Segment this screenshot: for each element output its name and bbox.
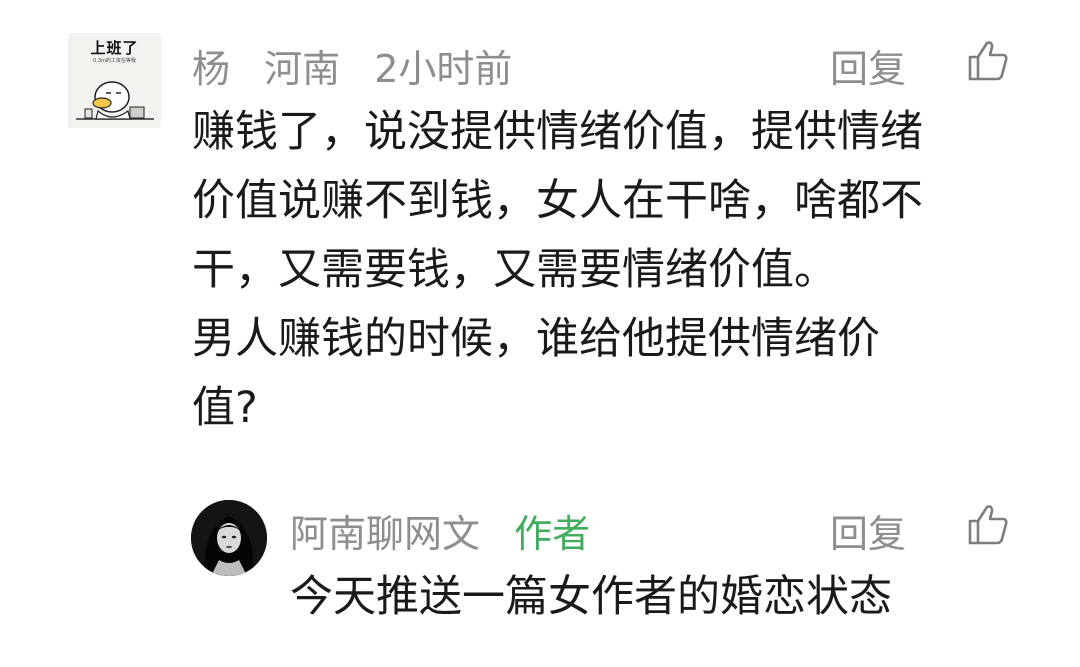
comment-line: 价值说赚不到钱，女人在干啥，啥都不 bbox=[192, 176, 923, 226]
reply-body: 今天推送一篇女作者的婚恋状态 bbox=[290, 563, 892, 632]
comment-line: 男人赚钱的时候，谁给他提供情绪价 bbox=[192, 314, 880, 364]
author-avatar[interactable] bbox=[191, 500, 267, 576]
comment-location: 河南 bbox=[264, 47, 341, 91]
reply-username[interactable]: 阿南聊网文 bbox=[290, 512, 480, 556]
comment-line: 值? bbox=[192, 383, 258, 433]
comment-body: 赚钱了，说没提供情绪价值，提供情绪 价值说赚不到钱，女人在干啥，啥都不 干，又需… bbox=[192, 98, 923, 443]
comment-meta: 杨 河南 2小时前 bbox=[192, 38, 534, 93]
reply-line: 今天推送一篇女作者的婚恋状态 bbox=[290, 572, 892, 622]
reply-button[interactable]: 回复 bbox=[830, 38, 906, 93]
like-button[interactable] bbox=[966, 38, 1010, 82]
reply-meta: 阿南聊网文 作者 bbox=[290, 503, 612, 558]
reply-button[interactable]: 回复 bbox=[830, 503, 906, 558]
thumbs-up-icon bbox=[968, 505, 1008, 545]
author-badge: 作者 bbox=[514, 512, 591, 556]
girl-portrait-icon bbox=[191, 500, 267, 576]
user-avatar[interactable]: 上班了 0.3m的工资在等我 bbox=[68, 33, 161, 128]
comment-username[interactable]: 杨 bbox=[192, 47, 230, 91]
comment-time: 2小时前 bbox=[374, 47, 513, 91]
comment-line: 赚钱了，说没提供情绪价值，提供情绪 bbox=[192, 107, 923, 157]
like-button[interactable] bbox=[966, 502, 1010, 546]
duck-sticker-icon bbox=[76, 81, 154, 120]
thumbs-up-icon bbox=[968, 41, 1008, 81]
comment-line: 干，又需要钱，又需要情绪价值。 bbox=[192, 245, 837, 295]
